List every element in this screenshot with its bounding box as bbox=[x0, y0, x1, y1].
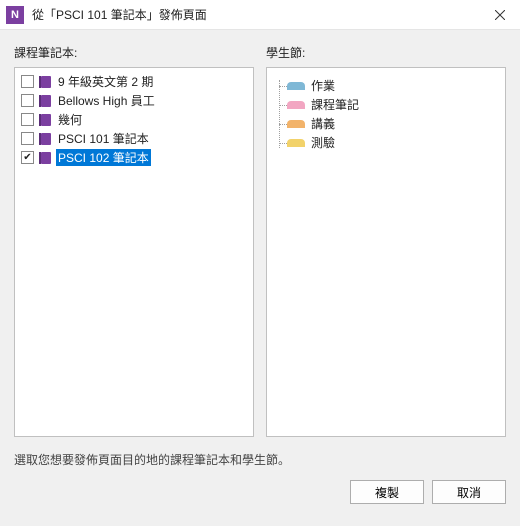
notebook-item[interactable]: PSCI 102 筆記本 bbox=[15, 148, 253, 167]
close-icon bbox=[495, 10, 505, 20]
section-item[interactable]: 作業 bbox=[275, 76, 497, 95]
notebook-checkbox[interactable] bbox=[21, 113, 34, 126]
section-label: 講義 bbox=[311, 115, 335, 132]
dialog-body: 課程筆記本: 9 年級英文第 2 期 Bellows High 員工幾何 PSCI … bbox=[0, 30, 520, 526]
notebook-checkbox[interactable] bbox=[21, 132, 34, 145]
notebooks-column: 課程筆記本: 9 年級英文第 2 期 Bellows High 員工幾何 PSCI … bbox=[14, 44, 254, 437]
sections-column: 學生節: 作業課程筆記講義測驗 bbox=[266, 44, 506, 437]
notebook-label: Bellows High 員工 bbox=[56, 92, 157, 109]
notebook-label: PSCI 102 筆記本 bbox=[56, 149, 151, 166]
notebook-label: 9 年級英文第 2 期 bbox=[56, 73, 155, 90]
notebook-item[interactable]: PSCI 101 筆記本 bbox=[15, 129, 253, 148]
section-tab-icon bbox=[287, 82, 305, 90]
notebook-item[interactable]: 幾何 bbox=[15, 110, 253, 129]
section-tab-icon bbox=[287, 120, 305, 128]
section-label: 作業 bbox=[311, 77, 335, 94]
section-item[interactable]: 課程筆記 bbox=[275, 95, 497, 114]
window-title: 從「PSCI 101 筆記本」發佈頁面 bbox=[32, 6, 480, 23]
section-item[interactable]: 測驗 bbox=[275, 133, 497, 152]
sections-label: 學生節: bbox=[266, 44, 506, 61]
onenote-app-icon-glyph: N bbox=[11, 9, 19, 21]
notebook-label: 幾何 bbox=[56, 111, 84, 128]
notebook-icon bbox=[39, 94, 51, 108]
notebook-item[interactable]: Bellows High 員工 bbox=[15, 91, 253, 110]
sections-tree: 作業課程筆記講義測驗 bbox=[267, 72, 505, 156]
section-tab-icon bbox=[287, 101, 305, 109]
notebook-icon bbox=[39, 75, 51, 89]
section-item[interactable]: 講義 bbox=[275, 114, 497, 133]
notebook-checkbox[interactable] bbox=[21, 75, 34, 88]
button-row: 複製 取消 bbox=[14, 480, 506, 504]
notebook-checkbox[interactable] bbox=[21, 151, 34, 164]
notebooks-label: 課程筆記本: bbox=[14, 44, 254, 61]
section-label: 課程筆記 bbox=[311, 96, 359, 113]
close-button[interactable] bbox=[480, 0, 520, 30]
onenote-app-icon: N bbox=[6, 6, 24, 24]
title-bar: N 從「PSCI 101 筆記本」發佈頁面 bbox=[0, 0, 520, 30]
notebook-icon bbox=[39, 132, 51, 146]
notebook-checkbox[interactable] bbox=[21, 94, 34, 107]
copy-button[interactable]: 複製 bbox=[350, 480, 424, 504]
section-tab-icon bbox=[287, 139, 305, 147]
notebook-icon bbox=[39, 113, 51, 127]
instruction-text: 選取您想要發佈頁面目的地的課程筆記本和學生節。 bbox=[14, 451, 506, 468]
cancel-button[interactable]: 取消 bbox=[432, 480, 506, 504]
notebook-label: PSCI 101 筆記本 bbox=[56, 130, 151, 147]
section-label: 測驗 bbox=[311, 134, 335, 151]
notebooks-listbox[interactable]: 9 年級英文第 2 期 Bellows High 員工幾何 PSCI 101 筆記本… bbox=[14, 67, 254, 437]
notebook-item[interactable]: 9 年級英文第 2 期 bbox=[15, 72, 253, 91]
notebook-icon bbox=[39, 151, 51, 165]
sections-listbox[interactable]: 作業課程筆記講義測驗 bbox=[266, 67, 506, 437]
